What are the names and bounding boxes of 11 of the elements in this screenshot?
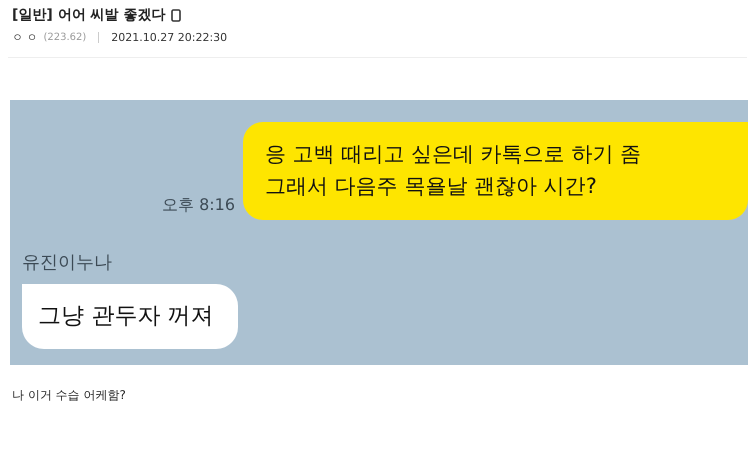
sent-message-bubble: 응 고백 때리고 싶은데 카톡으로 하기 좀 그래서 다음주 목욜날 괜찮아 시간? [243, 122, 748, 220]
post-author[interactable]: ㅇ ㅇ [12, 30, 38, 45]
post-title: 어어 씨발 좋겠다 [58, 6, 166, 24]
post-category: [일반] [12, 6, 53, 24]
received-message-bubble: 그냥 관두자 꺼져 [22, 284, 238, 349]
message-time: 오후 8:16 [162, 195, 235, 216]
phone-icon [170, 8, 181, 22]
sender-name: 유진이누나 [22, 251, 113, 274]
author-ip: (223.62) [44, 32, 86, 43]
post-body: 나 이거 수습 어케함? [12, 387, 127, 404]
post-date: 2021.10.27 20:22:30 [111, 31, 228, 44]
